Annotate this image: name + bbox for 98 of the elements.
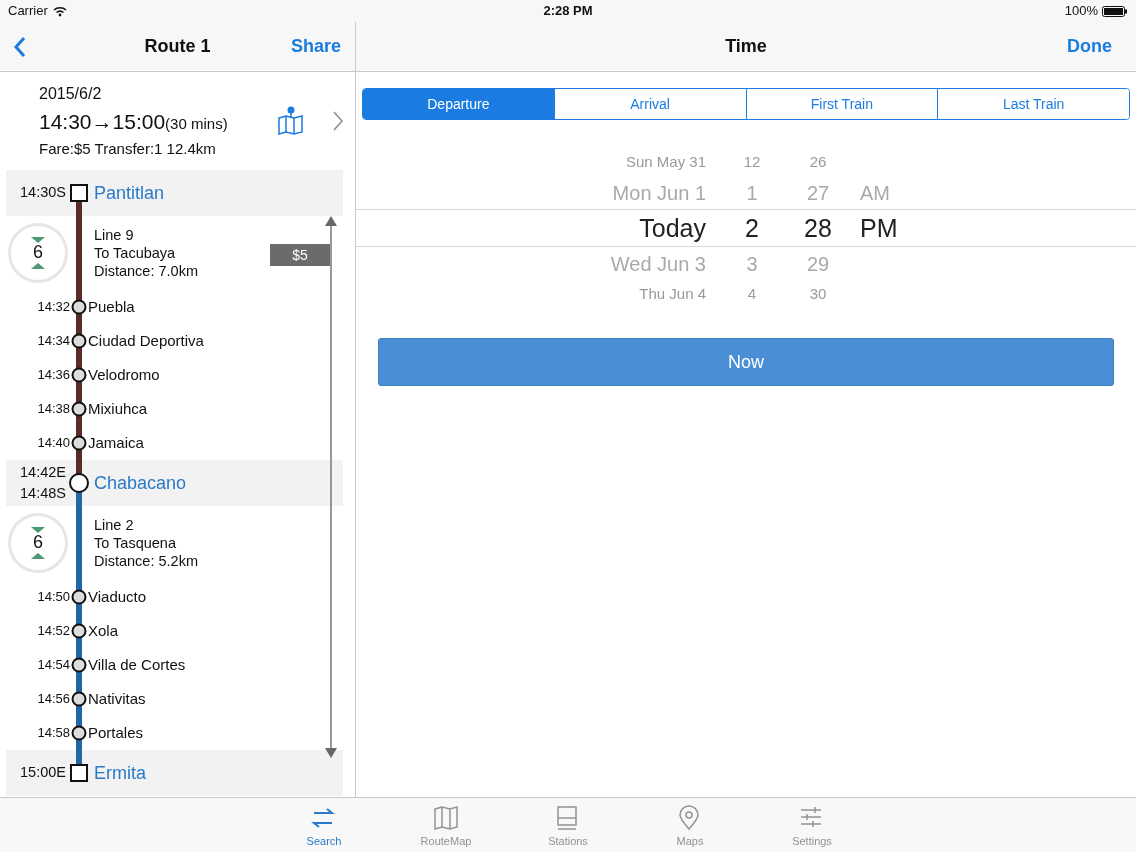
stop-name: Ciudad Deportiva (87, 330, 205, 351)
stop-time: 14:32 (36, 298, 71, 317)
back-chevron-icon (14, 36, 27, 59)
picker-hour[interactable]: 3 (706, 248, 798, 279)
stop-circle-marker (71, 401, 87, 417)
picker-date[interactable]: Thu Jun 4 (356, 282, 706, 306)
picker-date[interactable]: Sun May 31 (356, 150, 706, 174)
carrier-name: Carrier (8, 2, 48, 21)
route-duration: (30 mins) (165, 114, 228, 134)
now-button[interactable]: Now (378, 338, 1114, 386)
route-details: Fare:$5 Transfer:1 12.4km (39, 138, 217, 159)
picker-minute[interactable]: 28 (798, 210, 838, 248)
tab-bar-item[interactable]: RouteMap (385, 798, 507, 852)
down-triangle-icon[interactable] (31, 237, 45, 244)
picker-date[interactable]: Wed Jun 3 (356, 248, 706, 279)
picker-period[interactable]: PM (860, 214, 898, 242)
picker-hour[interactable]: 12 (706, 150, 798, 174)
stop-time: 14:56 (36, 690, 71, 709)
wifi-icon (52, 5, 67, 17)
segment-tab[interactable]: Departure (363, 89, 554, 119)
stop-name: Xola (87, 620, 120, 641)
picker-date[interactable]: Today (356, 210, 706, 248)
battery-percentage: 100% (1064, 2, 1098, 21)
chevron-right-icon (333, 111, 343, 131)
tab-bar-item[interactable]: Settings (751, 798, 873, 852)
stop-circle-marker (71, 725, 87, 741)
picker-date[interactable]: Mon Jun 1 (356, 177, 706, 208)
picker-minute[interactable]: 27 (798, 177, 838, 208)
station-square-marker (70, 764, 88, 782)
picker-hour[interactable]: 2 (706, 210, 798, 248)
stop-time: 14:38 (36, 400, 71, 419)
stop-circle-marker (71, 657, 87, 673)
train-count: 6 (33, 533, 43, 553)
line-direction: To Tacubaya (94, 244, 177, 262)
stop-name: Puebla (87, 296, 136, 317)
down-triangle-icon[interactable] (31, 527, 45, 534)
transfer-circle-marker (69, 473, 89, 493)
stop-circle-marker (71, 589, 87, 605)
tab-bar-item[interactable]: Search (263, 798, 385, 852)
stop-circle-marker (71, 435, 87, 451)
arrival-time: 14:30S (19, 183, 66, 203)
arrival-time: 14:48S (19, 484, 66, 503)
nav-title: Route 1 (144, 35, 211, 58)
stop-circle-marker (71, 367, 87, 383)
count-dial[interactable]: 6 (8, 513, 68, 573)
swap-arrows-icon[interactable] (311, 805, 337, 831)
stop-name: Velodromo (87, 364, 161, 385)
fare-label: $5 (270, 244, 330, 266)
arrival-time: 14:42E (19, 463, 66, 482)
line-distance: Distance: 7.0km (94, 262, 198, 280)
stop-name: Mixiuhca (87, 398, 149, 419)
line-distance: Distance: 5.2km (94, 552, 198, 570)
stop-name: Nativitas (87, 688, 147, 709)
stop-circle-marker (71, 333, 87, 349)
share-button[interactable]: Share (286, 33, 345, 60)
stop-circle-marker (71, 299, 87, 315)
tab-bar-item[interactable]: Stations (507, 798, 629, 852)
segment-tab[interactable]: Last Train (937, 89, 1129, 119)
picker-hour[interactable]: 1 (706, 177, 798, 208)
station-name[interactable]: Chabacano (86, 469, 343, 497)
stop-time: 14:36 (36, 366, 71, 385)
arrival-time: 15:00E (19, 763, 66, 783)
map-pin-icon[interactable] (278, 106, 303, 136)
stop-time: 14:34 (36, 332, 71, 351)
folded-map-icon[interactable] (433, 805, 459, 831)
stop-time: 14:50 (36, 588, 71, 607)
status-time: 2:28 PM (543, 3, 593, 19)
line-direction: To Tasquena (94, 534, 177, 552)
stop-name: Portales (87, 722, 145, 743)
nav-title: Time (725, 35, 767, 58)
stop-name: Jamaica (87, 432, 145, 453)
stop-time: 14:52 (36, 622, 71, 641)
route-date: 2015/6/2 (39, 84, 103, 104)
stop-name: Villa de Cortes (87, 654, 187, 675)
station-square-marker (70, 184, 88, 202)
station-name[interactable]: Ermita (86, 759, 343, 787)
up-triangle-icon[interactable] (31, 552, 45, 559)
up-triangle-icon[interactable] (31, 262, 45, 269)
picker-minute[interactable]: 26 (798, 150, 838, 174)
picker-minute[interactable]: 29 (798, 248, 838, 279)
station-name[interactable]: Pantitlan (86, 179, 343, 207)
stop-circle-marker (71, 691, 87, 707)
tab-bar-item[interactable]: Maps (629, 798, 751, 852)
route-times: 14:30→15:00 (39, 109, 166, 135)
stop-time: 14:40 (36, 434, 71, 453)
train-count: 6 (33, 243, 43, 263)
line-name: Line 2 (94, 516, 135, 534)
picker-minute[interactable]: 30 (798, 282, 838, 306)
stop-time: 14:58 (36, 724, 71, 743)
picker-period[interactable]: AM (860, 181, 890, 204)
count-dial[interactable]: 6 (8, 223, 68, 283)
line-name: Line 9 (94, 226, 135, 244)
stop-circle-marker (71, 623, 87, 639)
done-button[interactable]: Done (1063, 33, 1116, 60)
stop-name: Viaducto (87, 586, 148, 607)
battery-icon (1102, 5, 1128, 17)
stop-time: 14:54 (36, 656, 71, 675)
picker-hour[interactable]: 4 (706, 282, 798, 306)
